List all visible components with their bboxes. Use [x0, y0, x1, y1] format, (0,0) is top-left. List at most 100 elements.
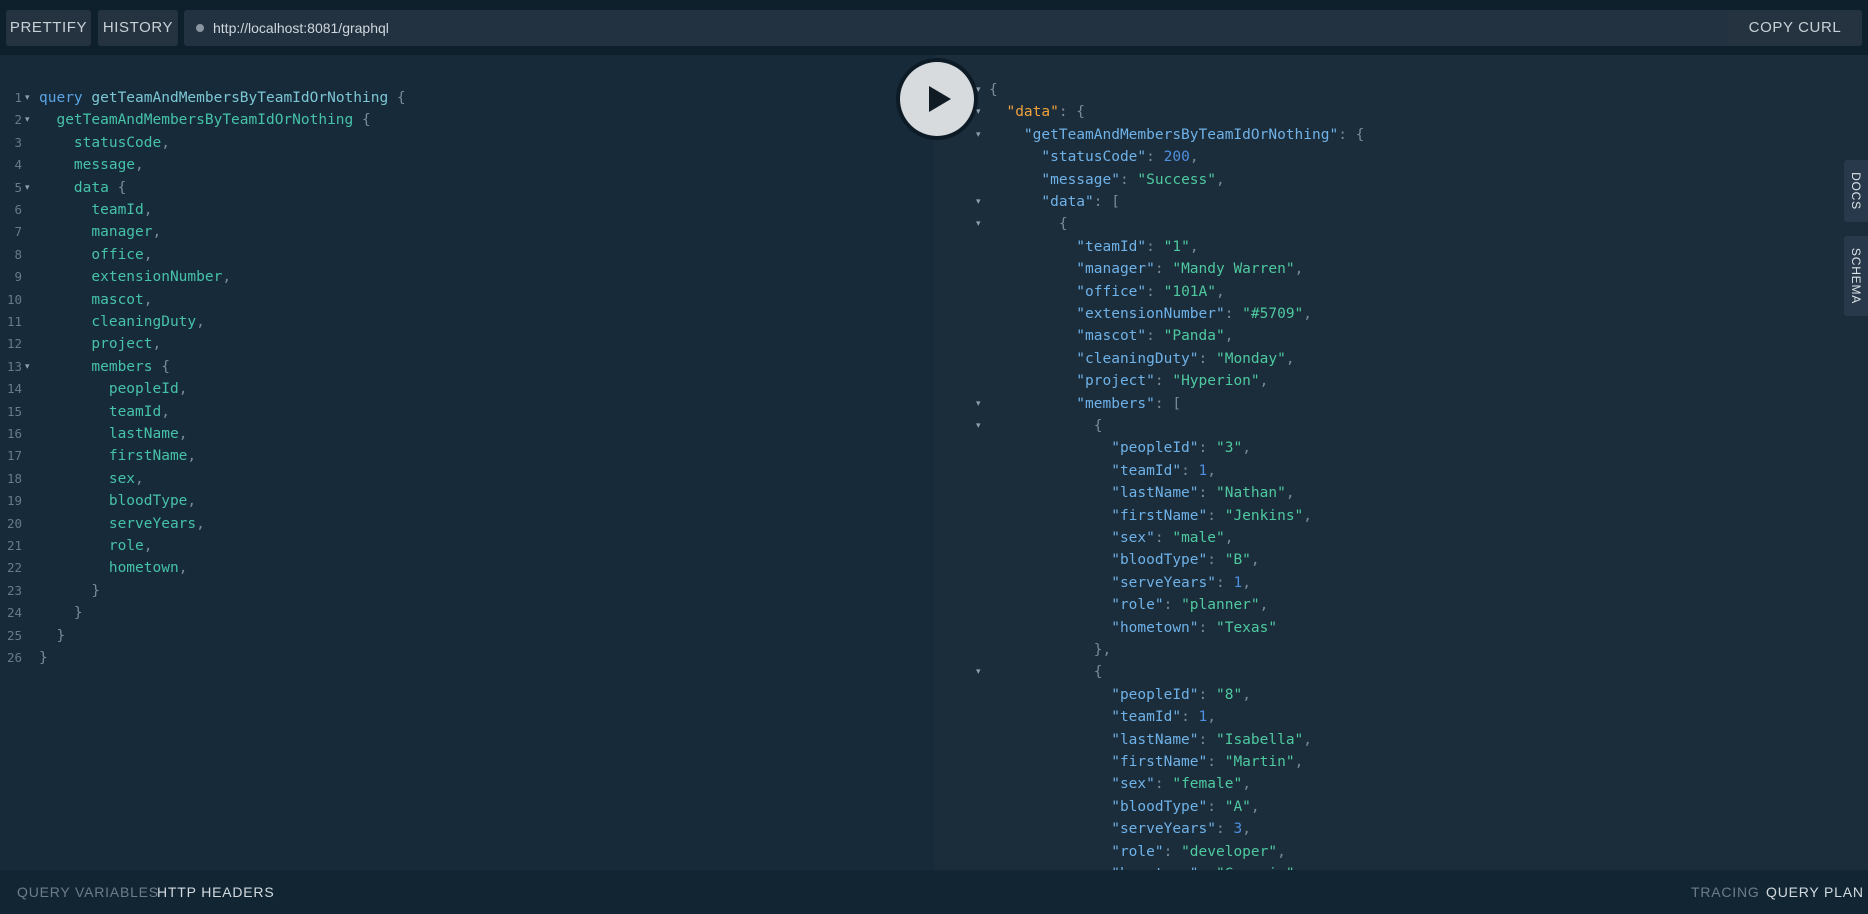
- fold-arrow-icon[interactable]: ▾: [976, 213, 981, 235]
- result-token: :: [1154, 776, 1173, 793]
- docs-tab[interactable]: DOCS: [1844, 160, 1868, 222]
- result-token: ,: [1294, 754, 1304, 770]
- code-token: ,: [196, 314, 205, 330]
- code-line[interactable]: sex,: [39, 468, 144, 490]
- code-line[interactable]: office,: [39, 244, 152, 266]
- result-token: "3": [1215, 440, 1243, 457]
- code-line[interactable]: }: [39, 602, 83, 624]
- result-token: "project": [989, 373, 1155, 390]
- query-variables-tab[interactable]: QUERY VARIABLES: [17, 870, 159, 914]
- line-number: 22: [6, 560, 22, 576]
- code-token: sex: [39, 470, 136, 487]
- line-number: 10: [6, 291, 22, 307]
- line-number: 11: [6, 314, 22, 329]
- result-token: "A": [1224, 798, 1251, 815]
- code-line[interactable]: cleaningDuty,: [39, 311, 205, 333]
- history-button[interactable]: HISTORY: [98, 10, 178, 46]
- code-line[interactable]: peopleId,: [39, 378, 188, 400]
- line-number: 13: [6, 358, 22, 374]
- fold-arrow-icon[interactable]: ▾: [976, 393, 981, 415]
- result-token: : [: [1154, 395, 1182, 412]
- result-token: :: [1207, 798, 1225, 815]
- endpoint-url-field[interactable]: http://localhost:8081/graphql: [184, 10, 1754, 46]
- result-token: ,: [1303, 306, 1313, 322]
- result-token: "serveYears": [989, 574, 1216, 591]
- fold-arrow-icon[interactable]: ▾: [25, 87, 30, 109]
- result-token: ,: [1250, 552, 1260, 569]
- code-line[interactable]: lastName,: [39, 423, 188, 445]
- code-line[interactable]: firstName,: [39, 445, 196, 467]
- line-number: 20: [6, 515, 22, 531]
- result-line: "firstName": "Martin",: [989, 751, 1303, 773]
- code-line[interactable]: bloodType,: [39, 490, 196, 512]
- query-plan-tab[interactable]: QUERY PLAN: [1766, 870, 1864, 914]
- prettify-button[interactable]: PRETTIFY: [6, 10, 91, 46]
- code-token: ,: [161, 134, 170, 151]
- result-token: ,: [1224, 328, 1234, 345]
- fold-arrow-icon[interactable]: ▾: [25, 177, 30, 199]
- result-token: :: [1198, 731, 1216, 748]
- result-token: 200: [1163, 149, 1190, 166]
- result-token: {: [989, 82, 998, 98]
- query-editor[interactable]: 1 ▾ query getTeamAndMembersByTeamIdOrNothi…: [0, 55, 934, 870]
- result-line: "mascot": "Panda",: [989, 325, 1233, 347]
- code-line[interactable]: statusCode,: [39, 132, 170, 154]
- result-line: "cleaningDuty": "Monday",: [989, 348, 1294, 370]
- result-token: {: [989, 418, 1103, 434]
- fold-arrow-icon[interactable]: ▾: [976, 415, 981, 437]
- result-token: :: [1163, 843, 1182, 860]
- code-token: getTeamAndMembersByTeamIdOrNothing: [91, 90, 389, 106]
- tracing-tab[interactable]: TRACING: [1691, 870, 1760, 914]
- schema-tab[interactable]: SCHEMA: [1844, 236, 1868, 316]
- result-token: :: [1146, 328, 1164, 345]
- fold-arrow-icon[interactable]: ▾: [25, 356, 30, 378]
- dot-icon: [196, 24, 204, 32]
- result-token: ,: [1242, 686, 1251, 703]
- copy-curl-button[interactable]: COPY CURL: [1728, 10, 1862, 46]
- result-line: "serveYears": 3,: [989, 818, 1251, 840]
- code-token: ,: [152, 224, 162, 241]
- code-line[interactable]: project,: [39, 333, 161, 355]
- fold-arrow-icon[interactable]: ▾: [976, 124, 981, 146]
- result-line: "teamId": 1,: [989, 460, 1216, 482]
- code-line[interactable]: mascot,: [39, 289, 152, 311]
- code-line[interactable]: message,: [39, 154, 144, 176]
- result-token: "1": [1163, 238, 1190, 255]
- result-line: {: [989, 79, 998, 101]
- result-token: :: [1181, 709, 1199, 726]
- fold-arrow-icon[interactable]: ▾: [976, 661, 981, 683]
- fold-arrow-icon[interactable]: ▾: [976, 191, 981, 213]
- http-headers-tab[interactable]: HTTP HEADERS: [157, 870, 274, 914]
- result-token: ,: [1189, 238, 1199, 255]
- code-line[interactable]: extensionNumber,: [39, 266, 231, 288]
- code-line[interactable]: }: [39, 580, 100, 602]
- result-viewer[interactable]: ▾{▾ "data": {▾ "getTeamAndMembersByTeamI…: [934, 55, 1868, 870]
- result-line: "lastName": "Isabella",: [989, 729, 1312, 751]
- result-line: "peopleId": "3",: [989, 437, 1251, 459]
- code-token: members: [39, 358, 153, 375]
- code-line[interactable]: serveYears,: [39, 513, 205, 535]
- code-line[interactable]: hometown,: [39, 557, 188, 579]
- fold-arrow-icon[interactable]: ▾: [976, 101, 981, 123]
- fold-arrow-icon[interactable]: ▾: [976, 79, 981, 101]
- code-token: query: [39, 90, 92, 106]
- run-query-button[interactable]: [900, 62, 974, 136]
- code-line[interactable]: role,: [39, 535, 153, 557]
- code-line[interactable]: getTeamAndMembersByTeamIdOrNothing {: [39, 109, 370, 131]
- code-line[interactable]: members {: [39, 356, 170, 378]
- code-line[interactable]: }: [39, 625, 65, 647]
- result-token: "Success": [1137, 171, 1216, 188]
- result-token: ,: [1294, 261, 1304, 278]
- code-token: statusCode: [39, 134, 162, 151]
- result-line: "data": [: [989, 191, 1120, 213]
- result-token: "role": [989, 597, 1164, 614]
- code-line[interactable]: data {: [39, 177, 126, 199]
- code-line[interactable]: teamId,: [39, 401, 170, 423]
- code-line[interactable]: manager,: [39, 221, 161, 243]
- code-line[interactable]: teamId,: [39, 199, 152, 221]
- code-line[interactable]: }: [39, 647, 48, 669]
- code-line[interactable]: query getTeamAndMembersByTeamIdOrNothing…: [39, 87, 406, 109]
- code-token: ,: [152, 336, 162, 353]
- fold-arrow-icon[interactable]: ▾: [25, 109, 30, 131]
- result-line: "manager": "Mandy Warren",: [989, 258, 1303, 280]
